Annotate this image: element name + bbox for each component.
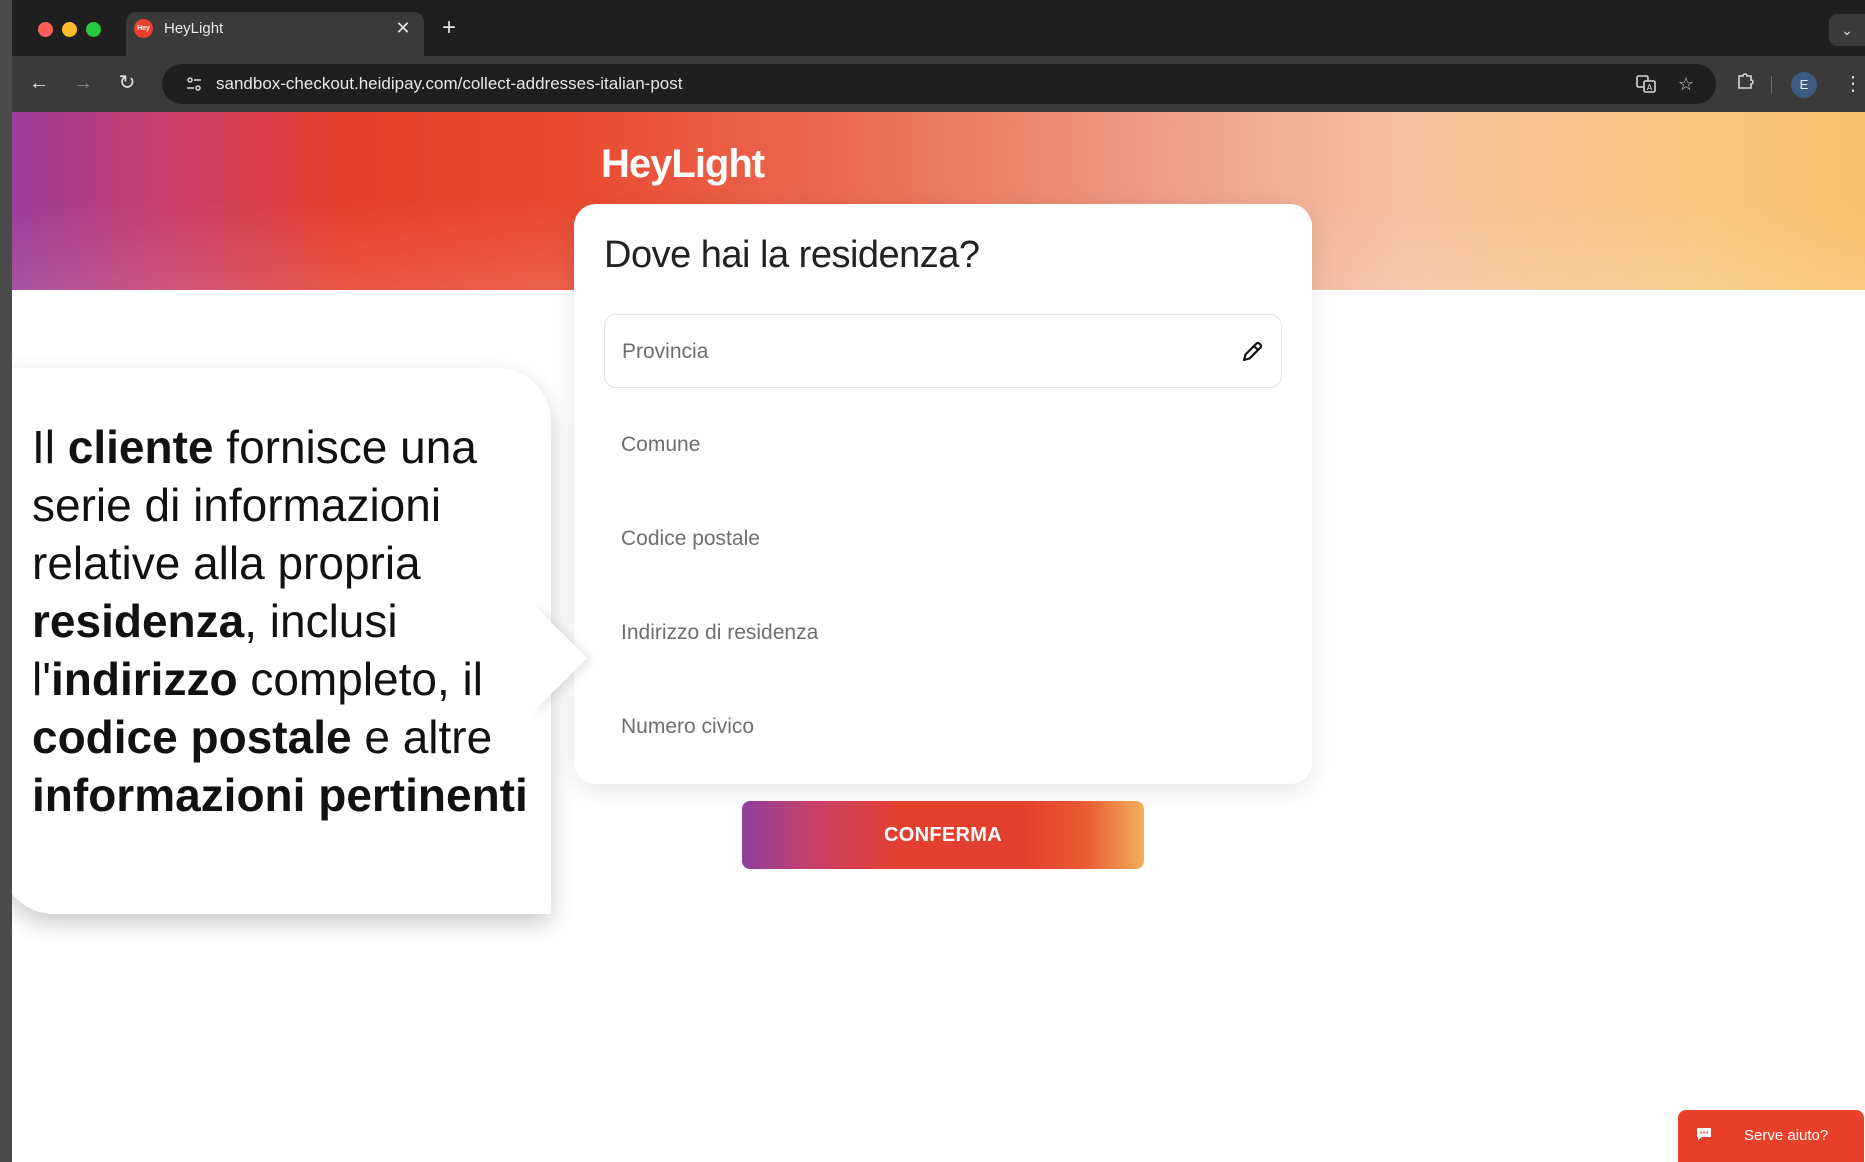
tab-favicon: Hey — [134, 19, 153, 38]
callout-text: Il cliente fornisce una serie di informa… — [32, 418, 532, 824]
callout-bold: residenza — [32, 595, 245, 647]
callout-bold: cliente — [67, 421, 214, 473]
plus-icon[interactable]: + — [435, 14, 463, 42]
page-title: Dove hai la residenza? — [604, 234, 980, 276]
arrow-left-icon[interactable]: ← — [24, 68, 54, 98]
maximize-window-button[interactable] — [86, 22, 101, 37]
svg-text:A: A — [1647, 83, 1653, 92]
help-button[interactable]: Serve aiuto? — [1678, 1110, 1864, 1162]
provincia-field[interactable]: Provincia — [604, 314, 1282, 388]
callout-bold: informazioni pertinenti — [32, 769, 528, 821]
callout-segment: Il — [32, 421, 68, 473]
callout-bold: codice postale — [32, 711, 352, 763]
close-window-button[interactable] — [38, 22, 53, 37]
indirizzo-field[interactable]: Indirizzo di residenza — [604, 596, 1282, 670]
confirm-button[interactable]: CONFERMA — [742, 801, 1144, 869]
reload-icon[interactable]: ↻ — [112, 68, 142, 98]
address-form-card: Dove hai la residenza? Provincia Comune … — [574, 204, 1312, 784]
field-label: Numero civico — [621, 715, 755, 738]
avatar[interactable]: E — [1791, 72, 1817, 98]
star-icon[interactable]: ☆ — [1675, 73, 1697, 95]
address-bar[interactable]: sandbox-checkout.heidipay.com/collect-ad… — [162, 64, 1716, 104]
browser-window: Hey HeyLight ✕ + ⌄ ← → ↻ sandbox-checkou… — [12, 0, 1865, 1162]
field-label: Indirizzo di residenza — [621, 621, 819, 644]
tab-title: HeyLight — [164, 20, 224, 37]
heylight-logo: HeyLight — [601, 142, 765, 186]
codice-postale-field[interactable]: Codice postale — [604, 502, 1282, 576]
comune-field[interactable]: Comune — [604, 408, 1282, 482]
chevron-down-icon[interactable]: ⌄ — [1829, 14, 1865, 46]
kebab-icon[interactable]: ⋮ — [1839, 70, 1865, 98]
callout-segment: e altre — [351, 711, 493, 763]
chat-icon — [1694, 1124, 1714, 1144]
tune-icon[interactable] — [184, 74, 204, 94]
callout-tail — [531, 602, 587, 714]
callout-bold: indirizzo — [51, 653, 238, 705]
puzzle-icon[interactable] — [1732, 70, 1760, 98]
translate-icon[interactable]: A — [1635, 73, 1657, 95]
field-label: Provincia — [622, 340, 709, 363]
callout-segment: completo, il — [237, 653, 483, 705]
help-label: Serve aiuto? — [1744, 1127, 1829, 1144]
field-label: Comune — [621, 433, 701, 456]
pencil-icon[interactable] — [1237, 337, 1267, 367]
minimize-window-button[interactable] — [62, 22, 77, 37]
close-icon[interactable]: ✕ — [392, 17, 414, 39]
url-text: sandbox-checkout.heidipay.com/collect-ad… — [216, 74, 683, 93]
toolbar-divider — [1771, 76, 1772, 94]
browser-toolbar: ← → ↻ sandbox-checkout.heidipay.com/coll… — [12, 56, 1865, 112]
tab-strip: Hey HeyLight ✕ + ⌄ — [12, 0, 1865, 56]
numero-civico-field[interactable]: Numero civico — [604, 690, 1282, 764]
field-label: Codice postale — [621, 527, 760, 550]
arrow-right-icon[interactable]: → — [68, 68, 98, 98]
